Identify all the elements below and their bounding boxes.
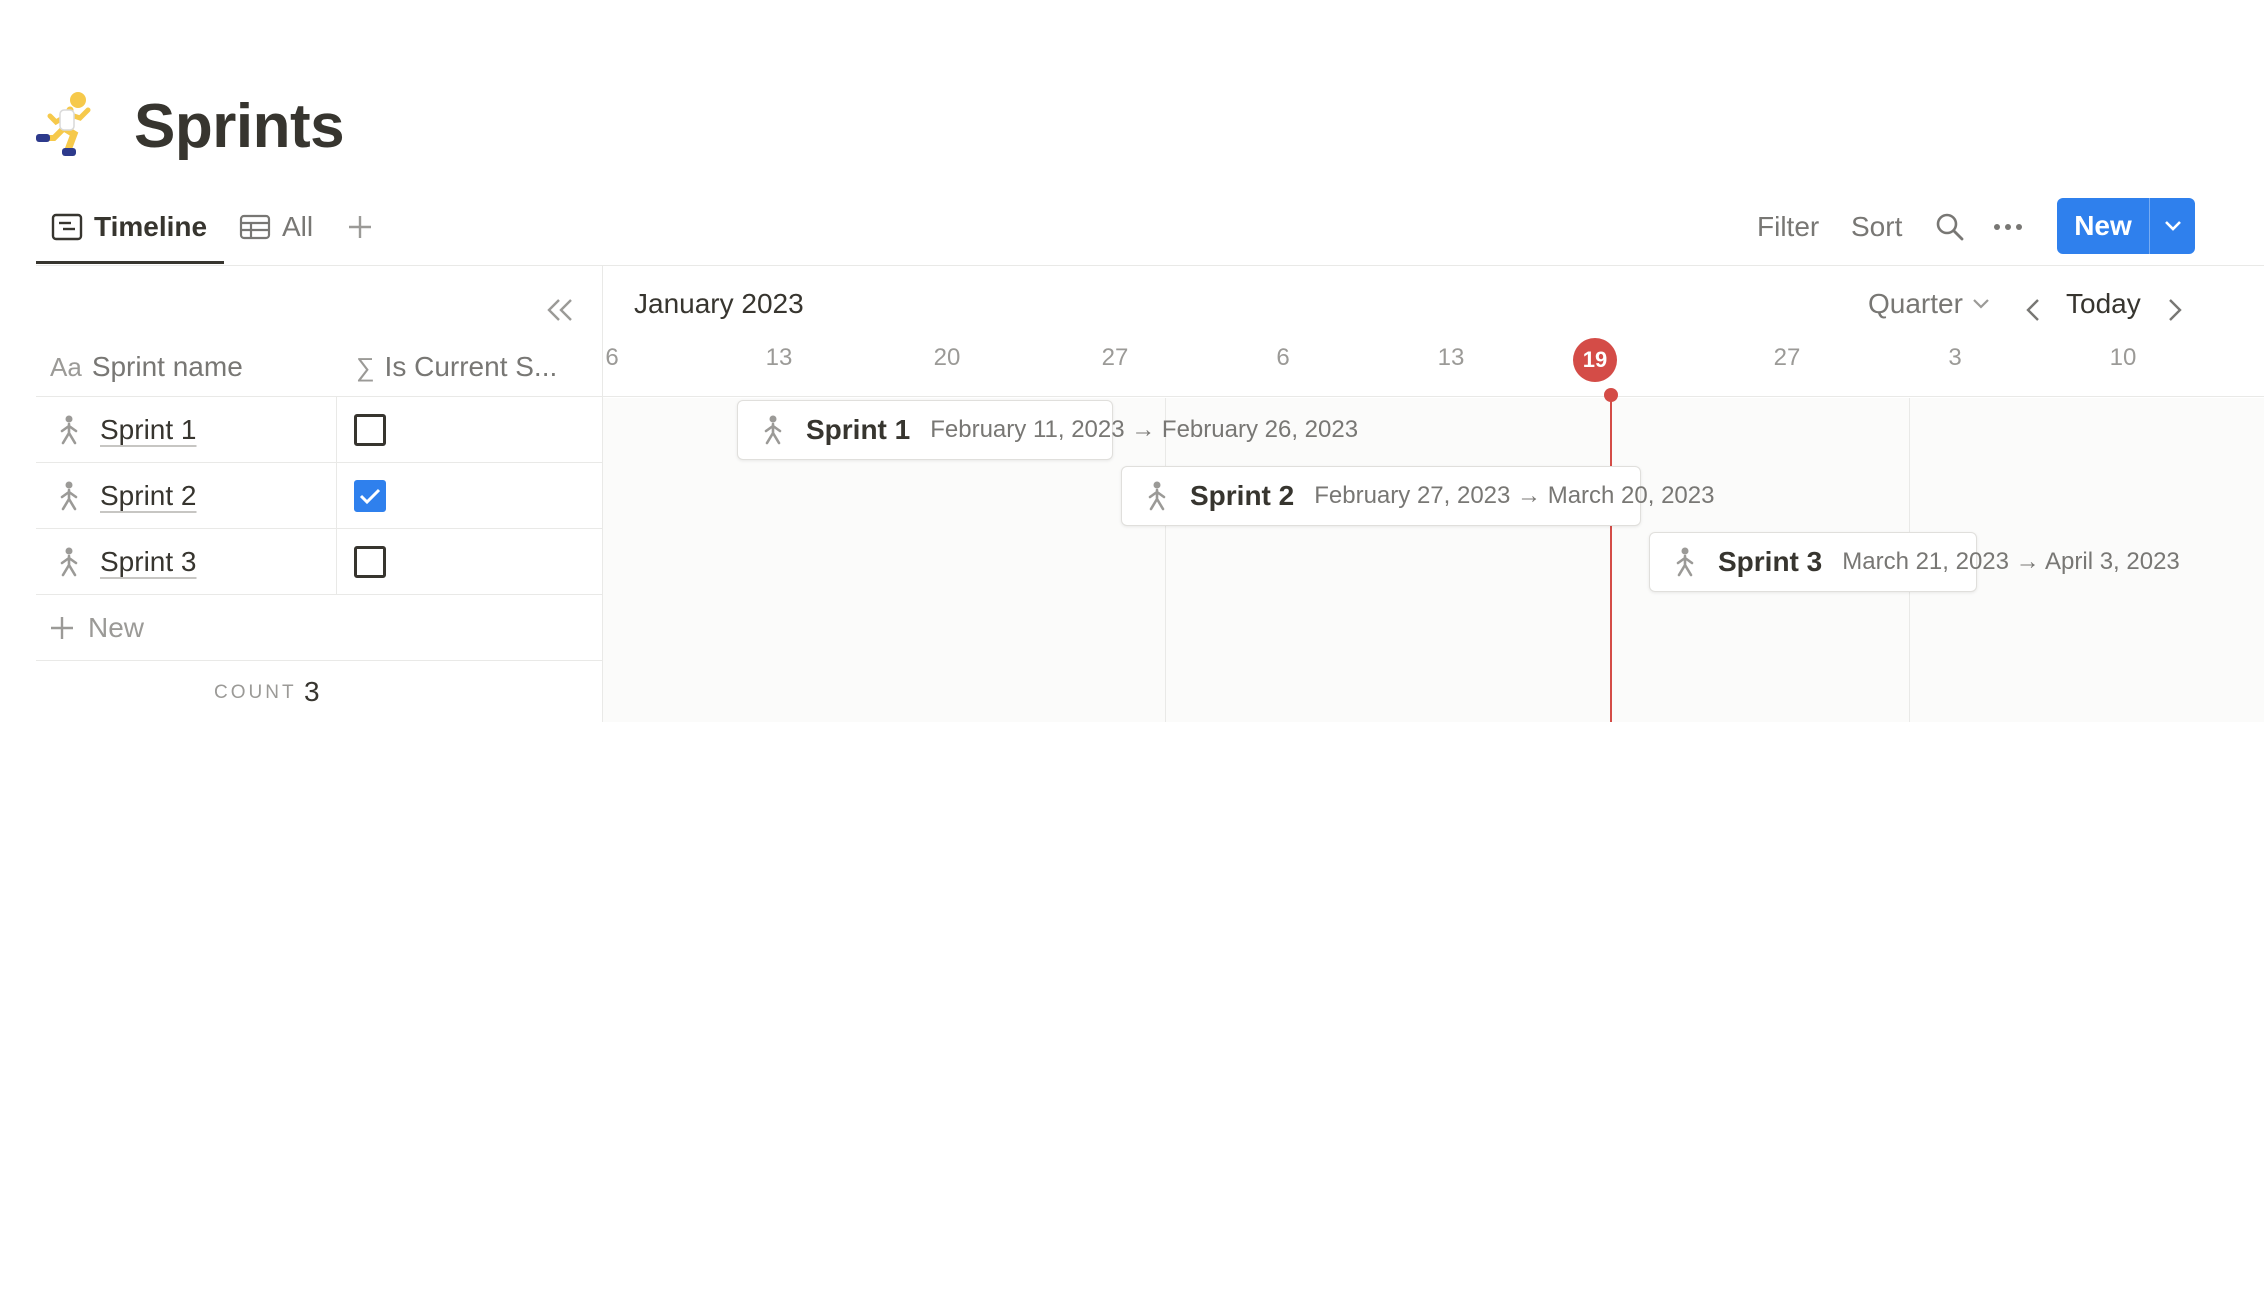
timeline-tick: 20 — [933, 344, 961, 371]
more-icon — [1994, 224, 2022, 230]
new-options-button[interactable] — [2150, 198, 2195, 254]
new-row-label: New — [88, 612, 145, 643]
table-row[interactable]: Sprint 1 — [54, 397, 197, 463]
tab-all-label: All — [282, 211, 314, 242]
walker-icon — [54, 481, 84, 511]
timeline-tick: 6 — [1276, 344, 1290, 371]
row-divider — [36, 660, 602, 661]
walker-icon — [758, 415, 788, 445]
column-divider — [336, 396, 337, 594]
today-line — [1610, 394, 1612, 722]
timeline-scale-dropdown[interactable]: Quarter — [1868, 288, 1991, 320]
new-button[interactable]: New — [2057, 198, 2149, 254]
sprint-name: Sprint 1 — [100, 414, 197, 445]
active-tab-indicator — [36, 261, 224, 264]
timeline-month-label: January 2023 — [634, 288, 804, 319]
bar-name: Sprint 2 — [1190, 480, 1295, 511]
today-line-knob — [1604, 388, 1618, 402]
table-row[interactable]: Sprint 2 — [54, 463, 197, 529]
chevron-left-icon — [2026, 299, 2039, 321]
formula-property-icon: ∑ — [356, 351, 375, 382]
timeline-scale-label: Quarter — [1868, 288, 1963, 319]
timeline-tick: 27 — [1773, 344, 1801, 371]
bar-name: Sprint 1 — [806, 414, 911, 445]
table-timeline-divider — [602, 266, 603, 722]
bar-dates: February 11, 2023 → February 26, 2023 — [930, 416, 1359, 443]
timeline-tick: 3 — [1948, 344, 1962, 371]
plus-icon — [50, 616, 74, 640]
count-value: 3 — [304, 676, 320, 707]
timeline-bar-label[interactable]: Sprint 3 March 21, 2023 → April 3, 2023 — [1670, 532, 2180, 592]
walker-icon — [54, 415, 84, 445]
timeline-bar-label[interactable]: Sprint 1 February 11, 2023 → February 26… — [758, 400, 1358, 460]
timeline-prev-button[interactable] — [2018, 292, 2048, 328]
page-title: Sprints — [134, 92, 345, 161]
runner-emoji-icon[interactable] — [34, 88, 106, 160]
is-current-checkbox[interactable] — [354, 480, 386, 512]
text-property-icon: Aa — [50, 351, 82, 382]
new-row-button[interactable]: New — [50, 606, 144, 650]
new-button-group: New — [2057, 198, 2195, 254]
table-row[interactable]: Sprint 3 — [54, 529, 197, 595]
chevron-right-icon — [2169, 299, 2182, 321]
tab-timeline-label: Timeline — [94, 211, 208, 242]
bar-dates: February 27, 2023 → March 20, 2023 — [1314, 482, 1715, 509]
sprint-name: Sprint 3 — [100, 546, 197, 577]
walker-icon — [54, 547, 84, 577]
table-icon — [238, 210, 272, 244]
is-current-checkbox[interactable] — [354, 546, 386, 578]
column-header-label: Sprint name — [91, 351, 243, 382]
plus-icon — [349, 216, 371, 238]
walker-icon — [1142, 481, 1172, 511]
timeline-tick: 13 — [1437, 344, 1465, 371]
count-label[interactable]: COUNT — [214, 682, 297, 704]
header-divider — [36, 396, 2264, 397]
add-view-button[interactable] — [340, 204, 380, 250]
column-header-label: Is Current S... — [384, 351, 558, 382]
sort-button[interactable]: Sort — [1851, 204, 1902, 250]
search-button[interactable] — [1932, 204, 1968, 250]
collapse-table-button[interactable] — [542, 292, 578, 328]
timeline-tick: 6 — [605, 344, 619, 371]
today-button[interactable]: Today — [2066, 288, 2141, 320]
timeline-tick: 13 — [765, 344, 793, 371]
timeline-icon — [50, 210, 84, 244]
sprint-name: Sprint 2 — [100, 480, 197, 511]
column-header-is-current[interactable]: ∑ Is Current S... — [356, 344, 557, 390]
timeline-next-button[interactable] — [2160, 292, 2190, 328]
today-marker-badge: 19 — [1573, 338, 1617, 382]
timeline-tick: 27 — [1101, 344, 1129, 371]
timeline-bar-label[interactable]: Sprint 2 February 27, 2023 → March 20, 2… — [1142, 466, 1714, 526]
bar-name: Sprint 3 — [1718, 546, 1823, 577]
checkmark-icon — [359, 488, 381, 505]
double-chevron-left-icon — [547, 299, 572, 321]
tabs-divider — [36, 265, 2264, 266]
column-header-sprint-name[interactable]: Aa Sprint name — [50, 344, 243, 390]
walker-icon — [1670, 547, 1700, 577]
filter-button[interactable]: Filter — [1757, 204, 1819, 250]
bar-dates: March 21, 2023 → April 3, 2023 — [1842, 548, 2180, 575]
tab-all[interactable]: All — [238, 204, 313, 250]
search-icon — [1936, 213, 1964, 241]
tab-timeline[interactable]: Timeline — [50, 204, 207, 250]
is-current-checkbox[interactable] — [354, 414, 386, 446]
chevron-down-icon — [1973, 299, 1989, 309]
timeline-tick: 10 — [2109, 344, 2137, 371]
chevron-down-icon — [2164, 221, 2181, 231]
more-options-button[interactable] — [1990, 204, 2026, 250]
